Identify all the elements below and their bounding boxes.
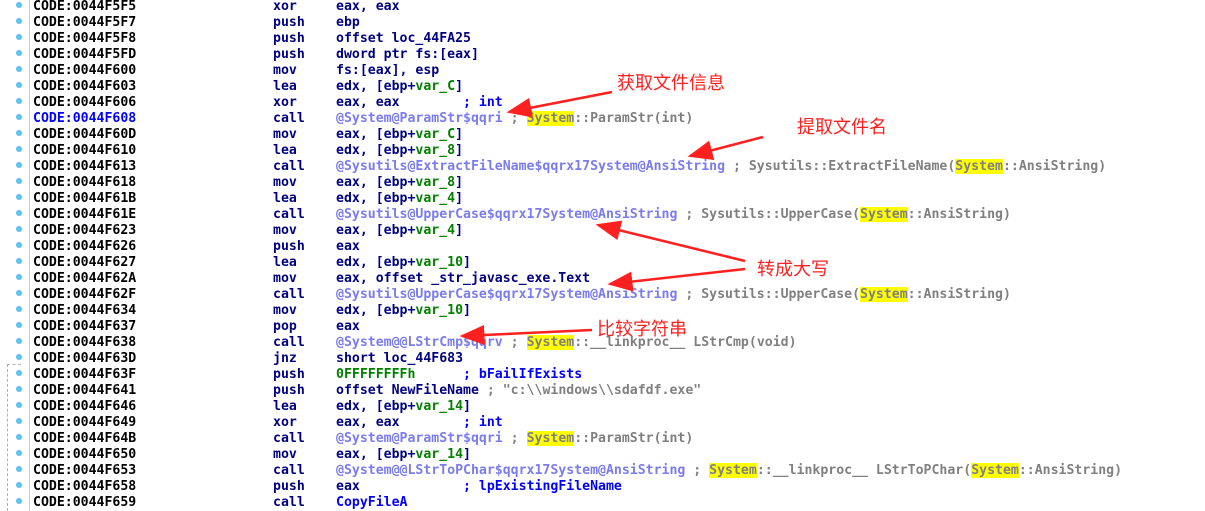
annotation-arrows — [459, 90, 764, 345]
annotation-to-uppercase: 转成大写 — [757, 259, 829, 280]
annotation-extract-filename: 提取文件名 — [797, 117, 887, 138]
arrow-extract-filename — [687, 135, 764, 161]
arrow-compare-strings — [459, 324, 593, 345]
annotation-get-file-info: 获取文件信息 — [617, 73, 725, 94]
arrow-uppercase-1 — [595, 220, 746, 263]
arrow-get-file-info — [506, 90, 613, 118]
annotation-compare-strings: 比较字符串 — [597, 319, 687, 340]
arrow-uppercase-2 — [607, 267, 746, 292]
